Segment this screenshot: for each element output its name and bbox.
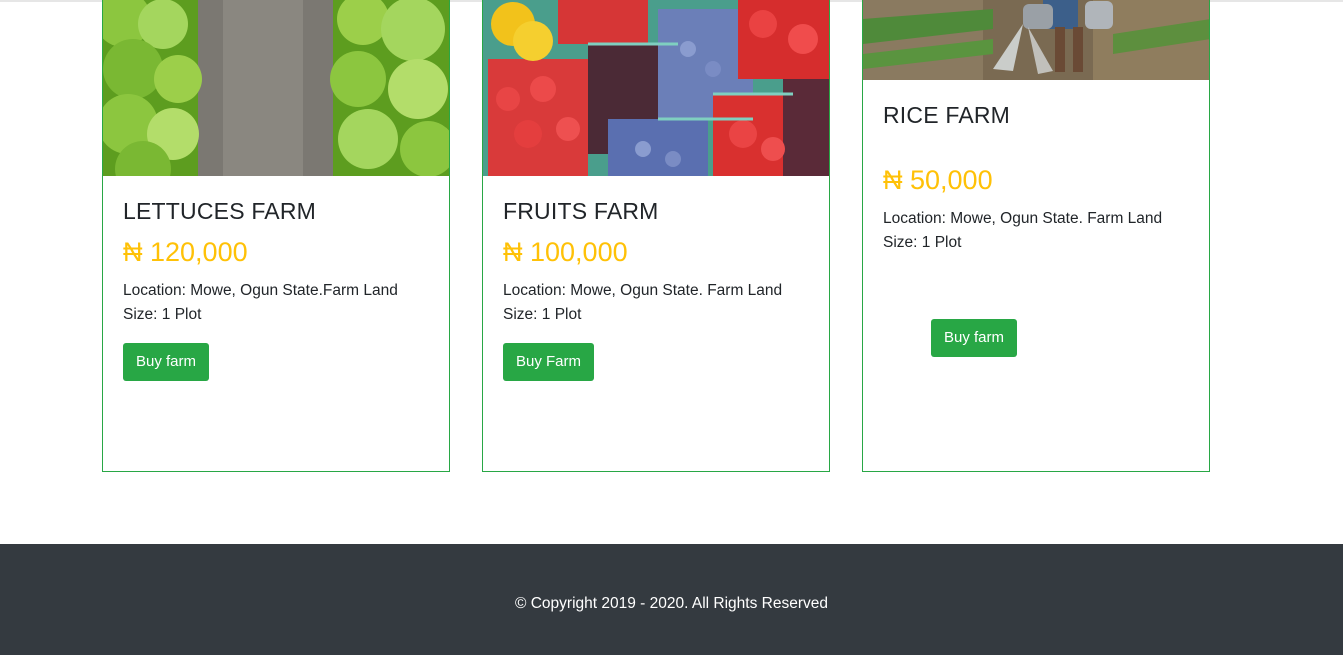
farm-card-rice: RICE FARM ₦ 50,000 Location: Mowe, Ogun … xyxy=(862,0,1210,472)
buy-farm-button[interactable]: Buy farm xyxy=(931,319,1018,357)
card-size: Size: 1 Plot xyxy=(123,306,202,323)
farm-card-lettuces: LETTUCES FARM ₦ 120,000 Location: Mowe, … xyxy=(102,0,450,472)
card-description: Location: Mowe, Ogun State. Farm Land Si… xyxy=(883,207,1183,255)
card-location: Location: Mowe, Ogun State. Farm Land xyxy=(883,210,1163,227)
card-title: RICE FARM xyxy=(883,102,1011,128)
card-size: Size: 1 Plot xyxy=(503,306,582,323)
berry-baskets-image xyxy=(483,0,829,176)
card-title: LETTUCES FARM xyxy=(123,198,317,224)
page-footer: © Copyright 2019 - 2020. All Rights Rese… xyxy=(0,544,1343,655)
card-price: ₦ 120,000 xyxy=(123,237,248,267)
buy-farm-button[interactable]: Buy farm xyxy=(123,343,210,381)
card-location: Location: Mowe, Ogun State.Farm Land xyxy=(123,282,398,299)
card-location: Location: Mowe, Ogun State. Farm Land xyxy=(503,282,783,299)
card-description: Location: Mowe, Ogun State. Farm Land Si… xyxy=(503,279,803,327)
card-price: ₦ 100,000 xyxy=(503,237,628,267)
card-price: ₦ 50,000 xyxy=(883,165,993,195)
card-size: Size: 1 Plot xyxy=(883,234,962,251)
card-title: FRUITS FARM xyxy=(503,198,659,224)
farm-card-fruits: FRUITS FARM ₦ 100,000 Location: Mowe, Og… xyxy=(482,0,830,472)
lettuce-rows-image xyxy=(103,0,449,176)
watering-field-image xyxy=(863,0,1209,80)
buy-farm-button[interactable]: Buy Farm xyxy=(503,343,595,381)
footer-copyright: © Copyright 2019 - 2020. All Rights Rese… xyxy=(515,595,828,612)
card-description: Location: Mowe, Ogun State.Farm Land Siz… xyxy=(123,279,423,327)
